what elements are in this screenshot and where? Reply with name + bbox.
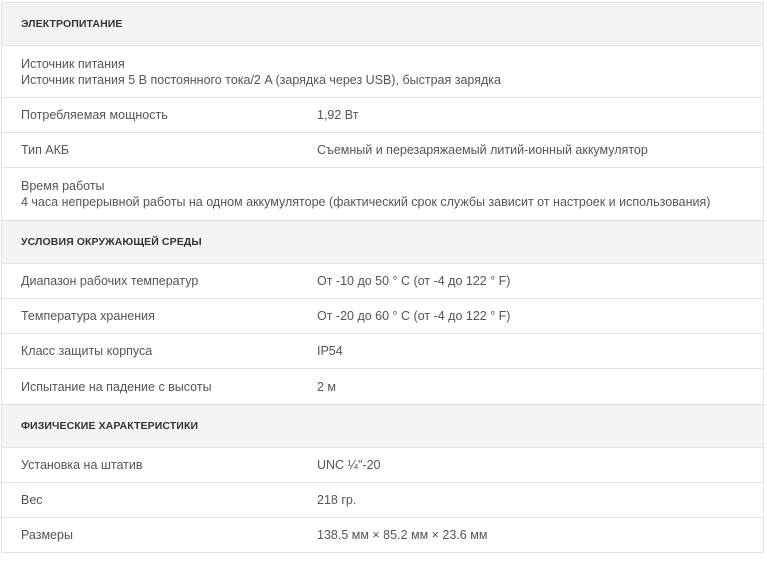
- spec-label: Класс защиты корпуса: [21, 344, 153, 358]
- spec-row-ip-rating: Класс защиты корпуса IP54: [2, 334, 763, 369]
- section-header-environment: УСЛОВИЯ ОКРУЖАЮЩЕЙ СРЕДЫ: [2, 220, 763, 264]
- spec-value: IP54: [317, 344, 343, 358]
- spec-label: Тип АКБ: [21, 143, 70, 157]
- spec-value: 218 гр.: [317, 493, 357, 507]
- spec-label: Испытание на падение с высоты: [21, 379, 212, 394]
- spec-row-battery-type: Тип АКБ Съемный и перезаряжаемый литий-и…: [2, 133, 763, 168]
- spec-row-tripod-mount: Установка на штатив UNC ¼"-20: [2, 448, 763, 483]
- spec-label: Размеры: [21, 528, 73, 542]
- section-header-power: ЭЛЕКТРОПИТАНИЕ: [2, 2, 763, 46]
- spec-label: Источник питания: [21, 56, 125, 71]
- spec-row-power-source: Источник питания Источник питания 5 В по…: [2, 46, 763, 98]
- spec-value: От -10 до 50 ° C (от -4 до 122 ° F): [317, 274, 511, 288]
- spec-value: Съемный и перезаряжаемый литий-ионный ак…: [317, 143, 648, 157]
- spec-value: Источник питания 5 В постоянного тока/2 …: [21, 72, 501, 87]
- spec-row-operating-temp: Диапазон рабочих температур От -10 до 50…: [2, 264, 763, 299]
- spec-table: ЭЛЕКТРОПИТАНИЕ Источник питания Источник…: [1, 2, 764, 553]
- spec-label: Время работы: [21, 179, 105, 193]
- section-header-physical: ФИЗИЧЕСКИЕ ХАРАКТЕРИСТИКИ: [2, 404, 763, 448]
- spec-value: 1,92 Вт: [317, 108, 359, 122]
- spec-value: 2 м: [317, 379, 337, 394]
- spec-value: От -20 до 60 ° C (от -4 до 122 ° F): [317, 309, 511, 323]
- spec-row-weight: Вес 218 гр.: [2, 483, 763, 518]
- spec-row-power-consumption: Потребляемая мощность 1,92 Вт: [2, 98, 763, 133]
- spec-row-dimensions: Размеры 138.5 мм × 85.2 мм × 23.6 мм: [2, 518, 763, 553]
- spec-label: Диапазон рабочих температур: [21, 274, 199, 288]
- spec-value: 138.5 мм × 85.2 мм × 23.6 мм: [317, 528, 488, 542]
- spec-value: UNC ¼"-20: [317, 458, 381, 472]
- spec-label: Потребляемая мощность: [21, 108, 168, 122]
- spec-row-runtime: Время работы 4 часа непрерывной работы н…: [2, 168, 763, 220]
- spec-label: Установка на штатив: [21, 458, 143, 472]
- spec-value: 4 часа непрерывной работы на одном аккум…: [21, 195, 711, 209]
- spec-row-drop-test: Испытание на падение с высоты 2 м: [2, 369, 763, 404]
- spec-label: Вес: [21, 493, 43, 507]
- spec-row-storage-temp: Температура хранения От -20 до 60 ° C (о…: [2, 299, 763, 334]
- spec-label: Температура хранения: [21, 309, 155, 323]
